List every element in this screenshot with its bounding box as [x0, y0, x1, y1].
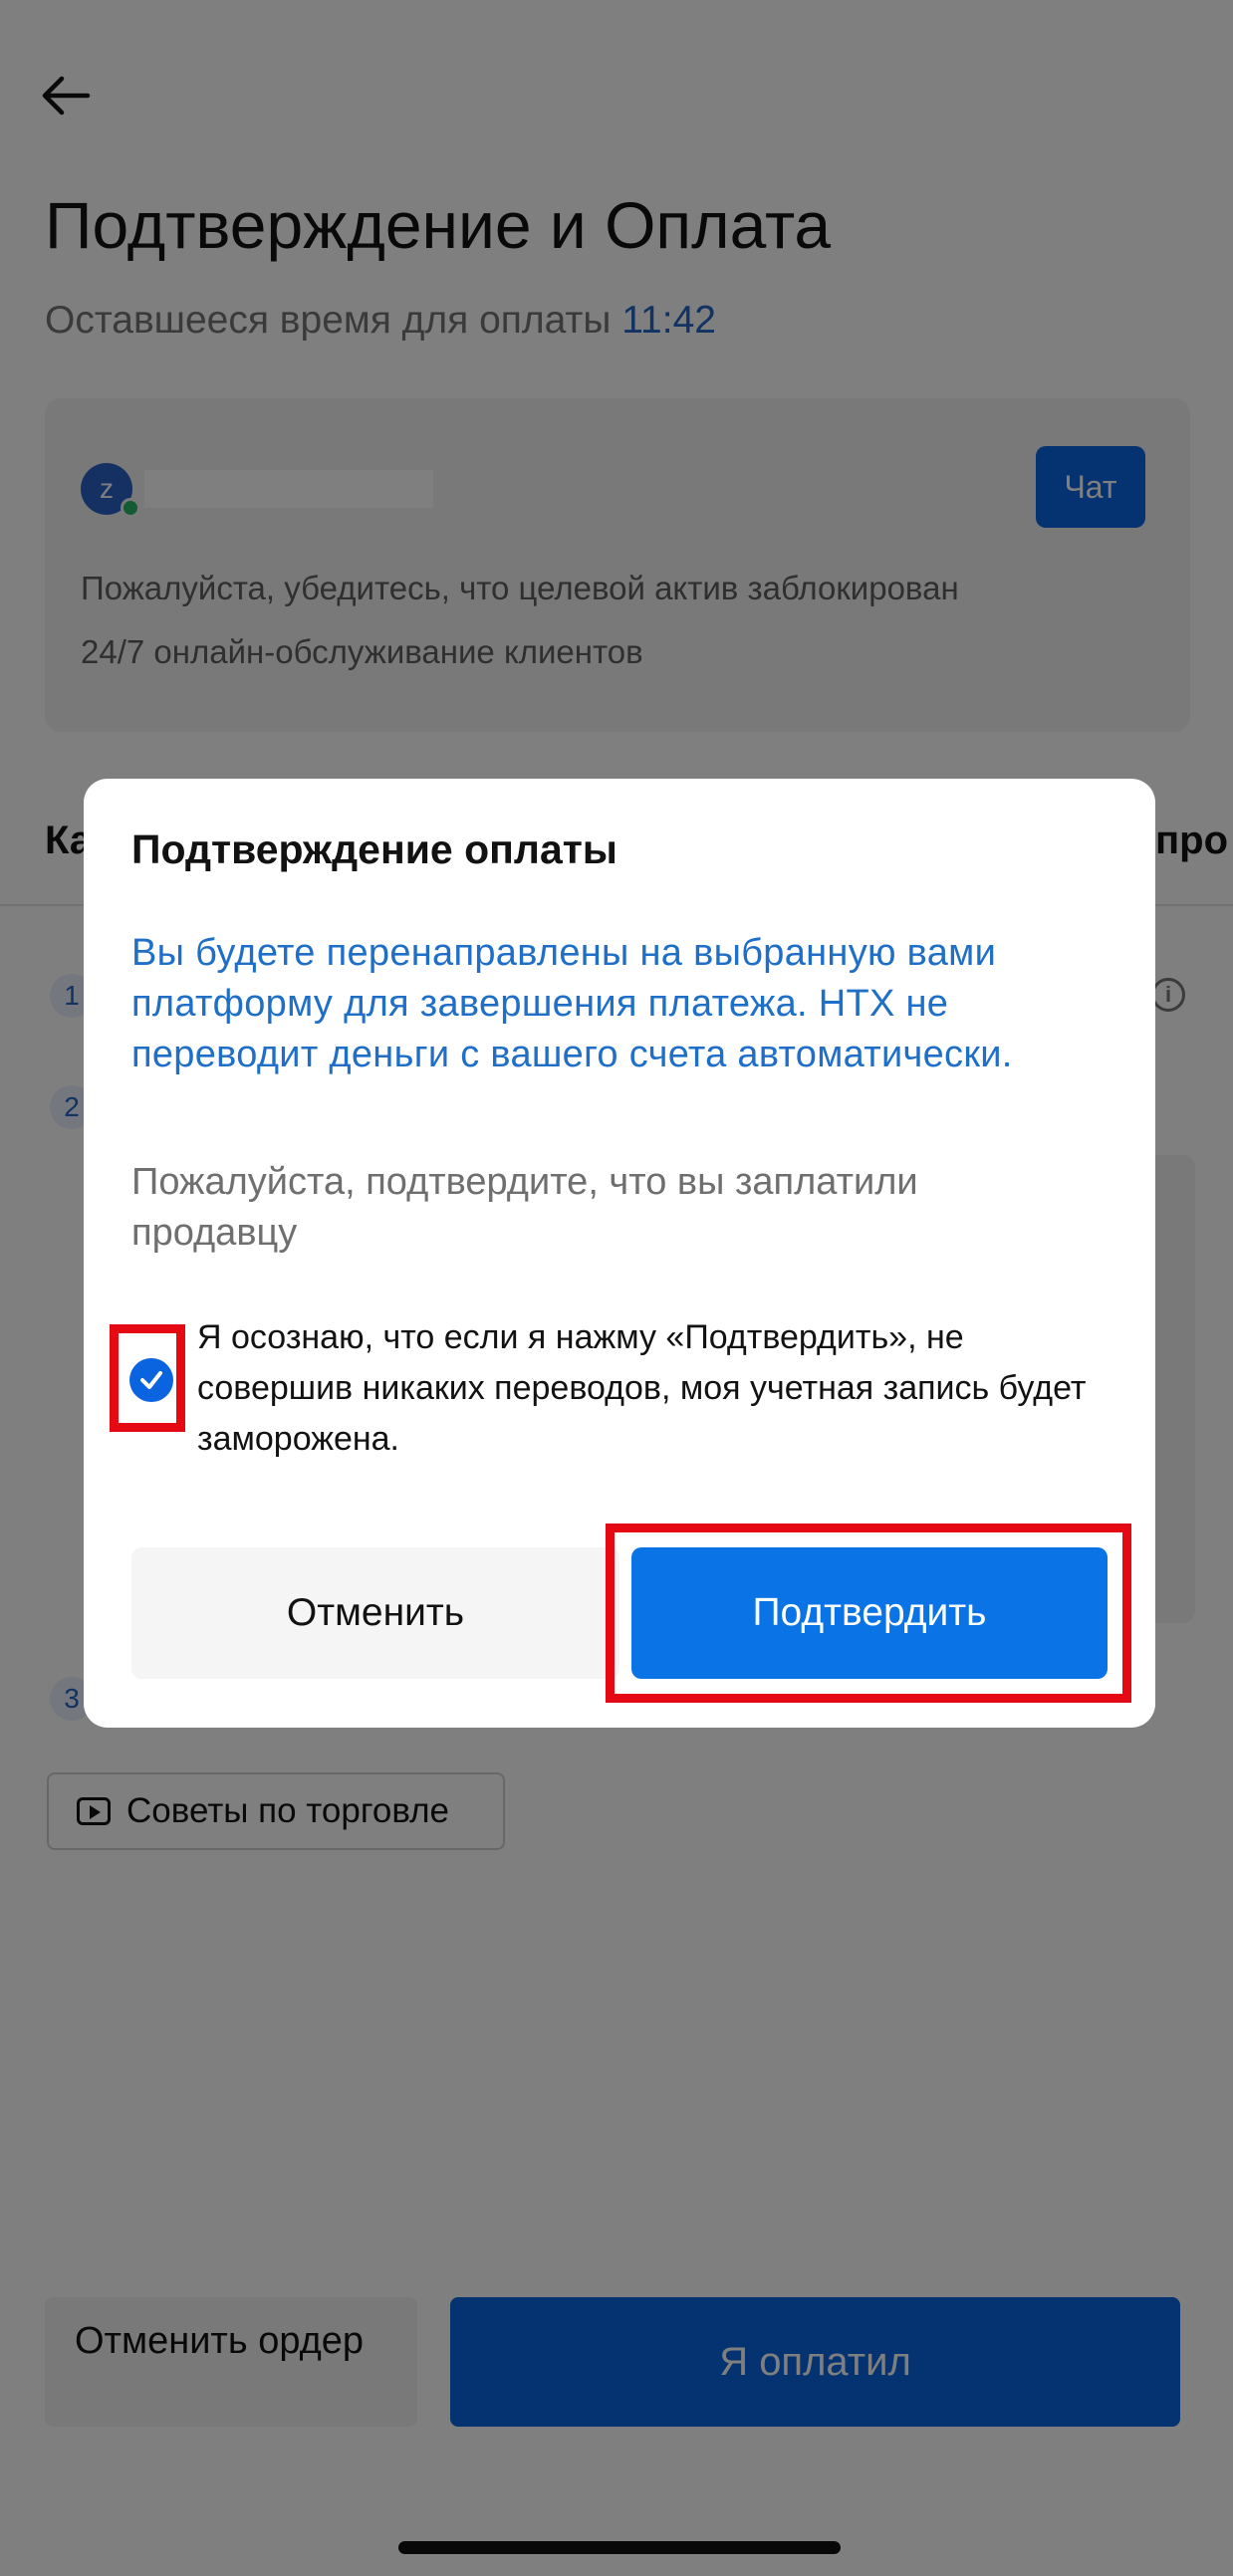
payment-confirmation-screen: Подтверждение и Оплата Оставшееся время …: [0, 0, 1233, 2576]
confirm-highlight-box: [606, 1523, 1131, 1703]
confirm-paid-prompt: Пожалуйста, подтвердите, что вы заплатил…: [131, 1161, 918, 1254]
dialog-cancel-button[interactable]: Отменить: [131, 1547, 619, 1679]
redirect-notice: Вы будете перенаправлены на выбранную ва…: [131, 932, 1013, 1075]
payment-confirmation-dialog: Подтверждение оплаты Вы будете перенапра…: [84, 779, 1155, 1728]
checkbox-highlight-box: [110, 1324, 185, 1432]
acknowledgement-text[interactable]: Я осознаю, что если я нажму «Подтвердить…: [197, 1312, 1113, 1465]
dialog-title: Подтверждение оплаты: [131, 826, 617, 872]
